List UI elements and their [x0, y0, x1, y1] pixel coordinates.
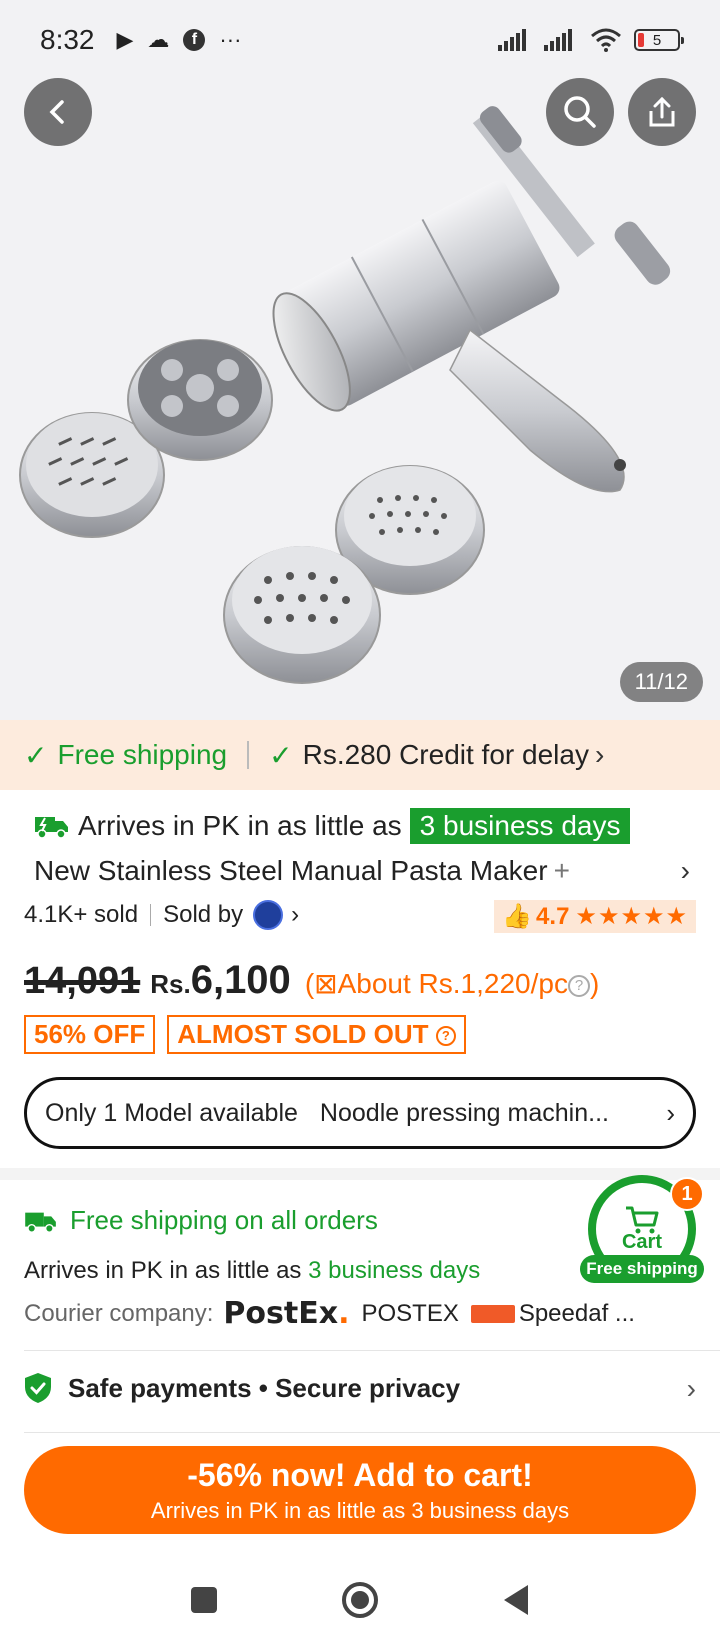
coupon-icon: ⊠	[314, 968, 338, 999]
paren-open: (	[304, 968, 315, 999]
cart-free-shipping-tag: Free shipping	[580, 1255, 704, 1283]
floating-cart-button[interactable]: Cart 1 Free shipping	[580, 1175, 704, 1285]
stock-badge-text: ALMOST SOLD OUT	[177, 1019, 429, 1049]
truck-icon	[35, 817, 68, 839]
stock-badge[interactable]: ALMOST SOLD OUT ?	[167, 1015, 466, 1054]
back-nav-icon[interactable]	[500, 1583, 532, 1617]
postex-logo: PostEx.	[223, 1296, 350, 1331]
chevron-right-icon[interactable]: ›	[687, 1373, 696, 1405]
safe-payments-text: Safe payments • Secure privacy	[68, 1372, 461, 1403]
chevron-right-icon: ›	[666, 1097, 675, 1128]
speedaf-name: Speedaf ...	[518, 1299, 635, 1327]
home-icon[interactable]	[340, 1580, 380, 1620]
question-icon: ?	[435, 1026, 456, 1047]
play-store-icon: ▶	[116, 27, 134, 52]
shipping-title[interactable]: Free shipping on all orders	[24, 1205, 378, 1236]
star-rating: ★★★★★	[575, 903, 688, 930]
shipping-title-text: Free shipping on all orders	[70, 1205, 378, 1235]
status-bar: 8:32 ▶ ☁ f ··· 5	[0, 0, 720, 80]
delivery-estimate: Arrives in PK in as little as 3 business…	[34, 808, 631, 844]
shield-check-icon	[25, 1373, 51, 1403]
thumbs-up-icon: 👍	[502, 903, 533, 930]
share-button[interactable]	[628, 78, 696, 146]
title-plus: +	[553, 855, 570, 886]
check-icon: ✓	[24, 739, 48, 771]
battery-icon: 5	[634, 29, 684, 51]
delay-credit-label: Rs.280 Credit for delay	[302, 739, 589, 770]
chevron-right-icon: ›	[594, 739, 605, 770]
current-price: 6,100	[190, 958, 291, 1002]
system-nav-bar	[0, 1560, 720, 1640]
original-price: 14,091	[24, 960, 141, 1002]
rating-badge[interactable]: 👍 4.7 ★★★★★	[494, 900, 696, 933]
check-icon: ✓	[269, 739, 293, 771]
arrive-days-highlight: 3 business days	[409, 808, 631, 844]
add-to-cart-sublabel: Arrives in PK in as little as 3 business…	[150, 1497, 570, 1523]
currency-prefix: Rs.	[150, 969, 191, 999]
model-option: Noodle pressing machin...	[319, 1098, 609, 1127]
add-to-cart-label: -56% now! Add to cart!	[187, 1456, 533, 1493]
discount-badge: 56% OFF	[24, 1015, 156, 1054]
divider	[24, 1350, 720, 1351]
badge-row: 56% OFF ALMOST SOLD OUT ?	[24, 1015, 466, 1054]
chevron-right-icon[interactable]: ›	[681, 855, 690, 887]
cloud-icon: ☁	[147, 27, 170, 52]
shipping-arrive-days: 3 business days	[308, 1257, 481, 1284]
chevron-right-icon[interactable]: ›	[291, 901, 299, 929]
cellular-signal-icon	[544, 29, 572, 51]
free-shipping-label: Free shipping	[57, 739, 228, 770]
price-row: 14,091 Rs. 6,100 (⊠About Rs.1,220/pc?)	[24, 958, 599, 1003]
speedaf-logo	[470, 1304, 515, 1323]
sold-count: 4.1K+ sold	[24, 901, 139, 928]
postex-logo-text: PostEx	[223, 1296, 339, 1331]
divider	[150, 904, 152, 926]
shipping-arrive: Arrives in PK in as little as 3 business…	[24, 1257, 480, 1285]
cellular-signal-icon	[498, 29, 526, 51]
battery-level: 5	[652, 31, 662, 49]
recents-icon[interactable]	[188, 1584, 220, 1616]
notification-icons: ▶ ☁ f ···	[117, 27, 242, 53]
model-available-label: Only 1 Model available	[45, 1098, 298, 1127]
safe-payments-row[interactable]: Safe payments • Secure privacy	[24, 1372, 460, 1404]
courier-row: Courier company: PostEx. POSTEX Speedaf …	[24, 1296, 635, 1331]
back-button[interactable]	[24, 78, 92, 146]
postex-name: POSTEX	[361, 1299, 459, 1327]
sold-row: 4.1K+ sold Sold by ›	[24, 900, 299, 930]
question-icon[interactable]: ?	[567, 974, 590, 997]
clock: 8:32	[40, 24, 95, 55]
rating-value: 4.7	[536, 902, 570, 930]
cart-count-badge: 1	[670, 1177, 704, 1211]
sold-by-label: Sold by	[163, 901, 244, 928]
model-selector[interactable]: Only 1 Model available Noodle pressing m…	[24, 1077, 696, 1149]
wifi-icon	[591, 28, 621, 52]
cart-label: Cart	[621, 1230, 662, 1253]
promo-strip[interactable]: ✓ Free shipping ✓ Rs.280 Credit for dela…	[0, 720, 720, 790]
add-to-cart-button[interactable]: -56% now! Add to cart! Arrives in PK in …	[24, 1446, 696, 1534]
more-icon: ···	[219, 27, 242, 52]
divider	[24, 1432, 720, 1433]
arrive-text: Arrives in PK in as little as	[78, 810, 402, 841]
per-piece-text: About Rs.1,220/pc	[337, 968, 568, 999]
truck-icon	[25, 1212, 56, 1233]
paren-close: )	[589, 968, 600, 999]
search-button[interactable]	[546, 78, 614, 146]
image-counter: 11/12	[619, 662, 703, 702]
shipping-arrive-text: Arrives in PK in as little as	[24, 1257, 302, 1284]
per-piece-price[interactable]: (⊠About Rs.1,220/pc?)	[305, 967, 600, 1000]
share-icon	[649, 96, 675, 127]
product-title-text: New Stainless Steel Manual Pasta Maker	[34, 855, 548, 886]
product-title[interactable]: New Stainless Steel Manual Pasta Maker +	[34, 855, 684, 887]
chevron-left-icon	[49, 100, 64, 124]
search-icon	[564, 96, 596, 128]
seller-logo[interactable]	[253, 900, 284, 930]
divider	[247, 741, 250, 769]
courier-label: Courier company:	[24, 1299, 214, 1327]
facebook-icon: f	[183, 29, 206, 51]
